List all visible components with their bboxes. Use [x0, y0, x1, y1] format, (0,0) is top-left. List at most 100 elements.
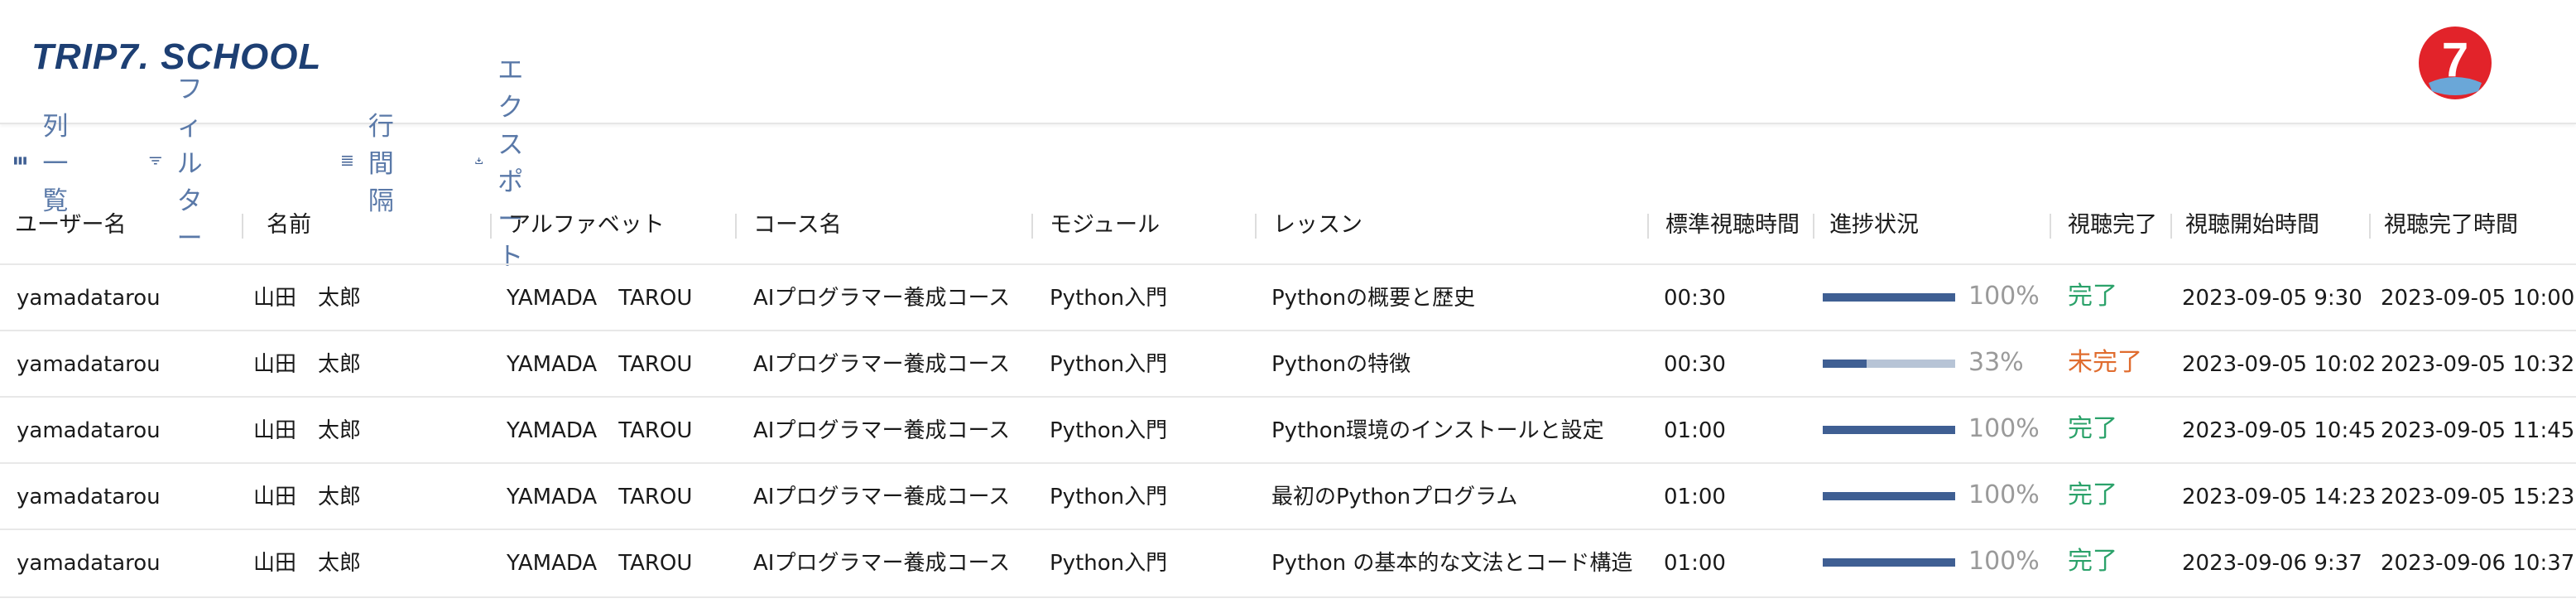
- cell-duration: 01:00: [1664, 551, 1726, 576]
- columns-button[interactable]: 列一覧: [13, 112, 82, 216]
- table-row[interactable]: yamadatarou 山田 太郎 YAMADA TAROU AIプログラマー養…: [0, 396, 2576, 464]
- column-header-completed[interactable]: 視聴完了: [2068, 209, 2157, 242]
- brand-badge-icon[interactable]: 7: [2417, 25, 2493, 101]
- cell-course: AIプログラマー養成コース: [753, 286, 1011, 311]
- cell-alphabet: YAMADA TAROU: [507, 286, 693, 311]
- cell-username: yamadatarou: [17, 418, 161, 443]
- column-header-start-time[interactable]: 視聴開始時間: [2185, 209, 2319, 242]
- cell-alphabet: YAMADA TAROU: [507, 352, 693, 377]
- cell-start-time: 2023-09-05 10:45: [2182, 418, 2377, 443]
- column-separator[interactable]: [1813, 214, 1814, 239]
- column-header-name[interactable]: 名前: [267, 209, 311, 242]
- column-separator[interactable]: [490, 214, 492, 239]
- column-header-standard-duration[interactable]: 標準視聴時間: [1665, 209, 1800, 242]
- progress-bar-fill: [1823, 426, 1955, 434]
- progress-bar: [1823, 492, 1955, 500]
- cell-username: yamadatarou: [17, 352, 161, 377]
- columns-label: 列一覧: [42, 111, 69, 216]
- cell-name: 山田 太郎: [253, 485, 362, 509]
- cell-alphabet: YAMADA TAROU: [507, 485, 693, 509]
- column-separator[interactable]: [2369, 214, 2371, 239]
- column-header-alphabet[interactable]: アルファベット: [508, 209, 665, 242]
- table-row[interactable]: yamadatarou 山田 太郎 YAMADA TAROU AIプログラマー養…: [0, 330, 2576, 398]
- table-row[interactable]: yamadatarou 山田 太郎 YAMADA TAROU AIプログラマー養…: [0, 529, 2576, 598]
- cell-end-time: 2023-09-05 10:32: [2381, 352, 2575, 377]
- cell-end-time: 2023-09-05 15:23: [2381, 485, 2575, 509]
- density-button[interactable]: 行間隔: [341, 112, 406, 216]
- progress-percent: 100%: [1968, 480, 2040, 509]
- column-header-end-time[interactable]: 視聴完了時間: [2384, 209, 2518, 242]
- cell-lesson: Python の基本的な文法とコード構造: [1271, 551, 1633, 576]
- cell-duration: 00:30: [1664, 352, 1726, 377]
- progress-bar: [1823, 360, 1955, 368]
- filter-icon: [149, 157, 161, 165]
- cell-name: 山田 太郎: [253, 352, 362, 377]
- cell-course: AIプログラマー養成コース: [753, 485, 1011, 509]
- cell-course: AIプログラマー養成コース: [753, 352, 1011, 377]
- column-header-module[interactable]: モジュール: [1050, 209, 1160, 242]
- cell-module: Python入門: [1050, 551, 1168, 576]
- cell-name: 山田 太郎: [253, 286, 362, 311]
- cell-start-time: 2023-09-05 14:23: [2182, 485, 2377, 509]
- column-header-progress[interactable]: 進捗状況: [1829, 209, 1919, 242]
- svg-text:7: 7: [2442, 33, 2468, 87]
- cell-username: yamadatarou: [17, 286, 161, 311]
- progress-bar-fill: [1823, 558, 1955, 567]
- progress-bar-fill: [1823, 293, 1955, 302]
- cell-duration: 01:00: [1664, 418, 1726, 443]
- column-separator[interactable]: [1255, 214, 1257, 239]
- column-separator[interactable]: [1031, 214, 1033, 239]
- column-separator[interactable]: [1647, 214, 1649, 239]
- cell-duration: 00:30: [1664, 286, 1726, 311]
- density-label: 行間隔: [368, 111, 394, 216]
- progress-bar-fill: [1823, 492, 1955, 500]
- column-header-username[interactable]: ユーザー名: [15, 209, 126, 242]
- cell-name: 山田 太郎: [253, 418, 362, 443]
- cell-alphabet: YAMADA TAROU: [507, 418, 693, 443]
- cell-start-time: 2023-09-05 9:30: [2182, 286, 2362, 311]
- status-badge: 未完了: [2068, 348, 2142, 377]
- cell-module: Python入門: [1050, 286, 1168, 311]
- column-separator[interactable]: [242, 214, 243, 239]
- cell-course: AIプログラマー養成コース: [753, 551, 1011, 576]
- cell-module: Python入門: [1050, 352, 1168, 377]
- table-row[interactable]: yamadatarou 山田 太郎 YAMADA TAROU AIプログラマー養…: [0, 462, 2576, 530]
- filter-button[interactable]: フィルター: [149, 75, 224, 253]
- cell-alphabet: YAMADA TAROU: [507, 551, 693, 576]
- cell-end-time: 2023-09-06 10:37: [2381, 551, 2575, 576]
- progress-percent: 100%: [1968, 282, 2040, 311]
- cell-lesson: Pythonの概要と歴史: [1271, 286, 1476, 311]
- cell-duration: 01:00: [1664, 485, 1726, 509]
- progress-percent: 100%: [1968, 414, 2040, 443]
- column-separator[interactable]: [2170, 214, 2172, 239]
- status-badge: 完了: [2068, 480, 2117, 509]
- cell-lesson: Pythonの特徴: [1271, 352, 1411, 377]
- cell-username: yamadatarou: [17, 551, 161, 576]
- export-button[interactable]: エクスポート: [475, 56, 542, 272]
- cell-start-time: 2023-09-06 9:37: [2182, 551, 2362, 576]
- progress-percent: 100%: [1968, 547, 2040, 576]
- cell-end-time: 2023-09-05 10:00: [2381, 286, 2575, 311]
- cell-name: 山田 太郎: [253, 551, 362, 576]
- column-header-course[interactable]: コース名: [753, 209, 842, 242]
- density-icon: [341, 156, 353, 166]
- progress-bar-fill: [1823, 360, 1867, 368]
- column-header-lesson[interactable]: レッスン: [1273, 209, 1362, 242]
- progress-bar: [1823, 558, 1955, 567]
- status-badge: 完了: [2068, 282, 2117, 311]
- column-separator[interactable]: [2050, 214, 2051, 239]
- cell-module: Python入門: [1050, 485, 1168, 509]
- columns-icon: [14, 157, 26, 165]
- filter-label: フィルター: [176, 74, 203, 253]
- status-badge: 完了: [2068, 414, 2117, 443]
- table-row[interactable]: yamadatarou 山田 太郎 YAMADA TAROU AIプログラマー養…: [0, 263, 2576, 331]
- status-badge: 完了: [2068, 547, 2117, 576]
- column-separator[interactable]: [735, 214, 737, 239]
- cell-lesson: Python環境のインストールと設定: [1271, 418, 1604, 443]
- download-icon: [475, 157, 483, 164]
- progress-percent: 33%: [1968, 348, 2024, 377]
- progress-bar: [1823, 426, 1955, 434]
- cell-lesson: 最初のPythonプログラム: [1271, 485, 1518, 509]
- cell-module: Python入門: [1050, 418, 1168, 443]
- cell-end-time: 2023-09-05 11:45: [2381, 418, 2575, 443]
